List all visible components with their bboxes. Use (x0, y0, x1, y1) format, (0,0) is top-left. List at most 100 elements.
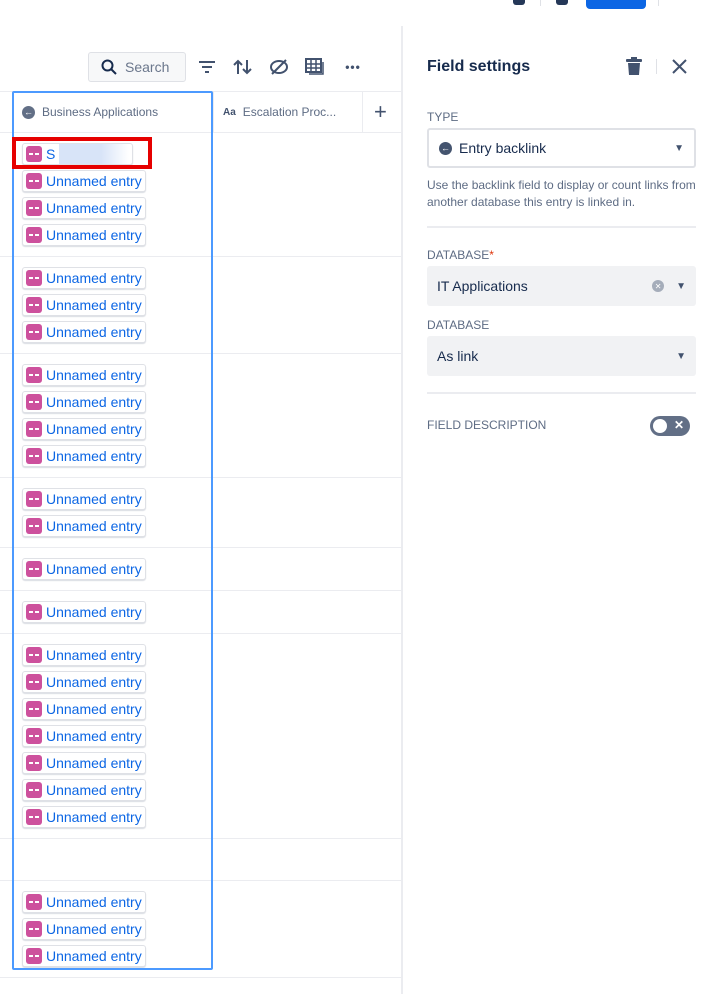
view-button[interactable] (303, 56, 327, 78)
entry-icon (26, 324, 42, 340)
entry-icon (26, 755, 42, 771)
entry-label: Unnamed entry (46, 367, 142, 383)
entry-icon (26, 674, 42, 690)
entry-link-chip[interactable]: Unnamed entry (22, 321, 146, 343)
search-input[interactable]: Search (88, 52, 186, 82)
entry-label: Unnamed entry (46, 809, 142, 825)
table-row: Unnamed entry Unnamed entry Unnamed entry (0, 257, 401, 354)
search-icon (101, 59, 117, 75)
column-label: Escalation Proc... (242, 105, 337, 119)
column-divider (213, 92, 214, 132)
entry-icon (26, 561, 42, 577)
chevron-down-icon: ▼ (676, 350, 686, 362)
chevron-down-icon: ▼ (676, 280, 686, 292)
clear-icon[interactable]: ✕ (652, 280, 665, 292)
database-value: IT Applications (437, 278, 528, 294)
entry-link-chip[interactable]: Unnamed entry (22, 267, 146, 289)
type-help-text: Use the backlink field to display or cou… (427, 178, 696, 209)
filter-button[interactable] (195, 56, 219, 78)
search-placeholder: Search (125, 59, 170, 75)
entry-icon (26, 394, 42, 410)
entry-icon (26, 604, 42, 620)
panel-divider (401, 26, 403, 994)
entry-link-chip[interactable]: Unnamed entry (22, 779, 146, 801)
filter-icon (199, 61, 215, 73)
entry-link-chip[interactable]: Unnamed entry (22, 445, 146, 467)
table-row: Unnamed entry Unnamed entry Unnamed entry (0, 881, 401, 978)
entry-link-chip[interactable]: Unnamed entry (22, 891, 146, 913)
entry-icon (26, 200, 42, 216)
column-header-business-applications[interactable]: ← Business Applications (22, 92, 158, 132)
entry-icon (26, 809, 42, 825)
database-label: Database* (427, 248, 494, 262)
entry-link-chip[interactable]: Unnamed entry (22, 918, 146, 940)
entry-link-chip[interactable]: Unnamed entry (22, 224, 146, 246)
table-body: S Unnamed entry Unnamed entry Unnamed entry… (0, 133, 401, 978)
entry-label: Unnamed entry (46, 894, 142, 910)
entry-link-chip[interactable]: Unnamed entry (22, 558, 146, 580)
add-column-button[interactable]: + (374, 92, 387, 132)
entry-label: Unnamed entry (46, 448, 142, 464)
field-description-toggle[interactable]: ✕ (650, 416, 690, 436)
type-select[interactable]: ← Entry backlink ▼ (427, 128, 696, 168)
entry-link-chip[interactable]: Unnamed entry (22, 806, 146, 828)
type-label: Type (427, 110, 459, 124)
hide-fields-button[interactable] (267, 56, 291, 78)
close-icon[interactable] (672, 59, 687, 74)
entry-link-chip[interactable]: Unnamed entry (22, 364, 146, 386)
entry-label: Unnamed entry (46, 604, 142, 620)
entry-link-chip[interactable]: Unnamed entry (22, 515, 146, 537)
entry-label: Unnamed entry (46, 491, 142, 507)
entry-icon (26, 227, 42, 243)
more-button[interactable]: ••• (341, 56, 365, 78)
divider (427, 226, 696, 228)
sort-button[interactable] (231, 56, 255, 78)
entry-link-chip[interactable]: Unnamed entry (22, 644, 146, 666)
entry-link-chip[interactable]: Unnamed entry (22, 170, 146, 192)
entry-link-chip[interactable]: Unnamed entry (22, 391, 146, 413)
trash-icon[interactable] (626, 57, 642, 75)
entry-icon (26, 297, 42, 313)
table-row: Unnamed entry (0, 591, 401, 634)
eye-off-icon (270, 59, 288, 75)
table-row: Unnamed entry Unnamed entry Unnamed entry U… (0, 354, 401, 478)
entry-link-chip[interactable]: Unnamed entry (22, 418, 146, 440)
entry-link-chip[interactable]: Unnamed entry (22, 698, 146, 720)
entry-icon (26, 367, 42, 383)
database-select[interactable]: IT Applications ✕ ▼ (427, 266, 696, 306)
entry-icon (26, 701, 42, 717)
entry-label: Unnamed entry (46, 728, 142, 744)
entry-link-chip[interactable]: Unnamed entry (22, 294, 146, 316)
column-header-escalation[interactable]: Aa Escalation Proc... (223, 92, 336, 132)
entry-link-chip[interactable]: Unnamed entry (22, 752, 146, 774)
entry-label: Unnamed entry (46, 200, 142, 216)
entry-link-chip[interactable]: Unnamed entry (22, 197, 146, 219)
chevron-down-icon: ▼ (674, 142, 684, 154)
entry-label: Unnamed entry (46, 647, 142, 663)
column-label: Business Applications (42, 105, 159, 119)
display-select[interactable]: As link ▼ (427, 336, 696, 376)
entry-label: Unnamed entry (46, 394, 142, 410)
entry-label: Unnamed entry (46, 518, 142, 534)
entry-label: Unnamed entry (46, 921, 142, 937)
entry-icon (26, 448, 42, 464)
entry-label: Unnamed entry (46, 701, 142, 717)
entry-icon (26, 894, 42, 910)
entry-link-chip[interactable]: Unnamed entry (22, 601, 146, 623)
field-description-label: Field description (427, 418, 547, 432)
column-divider (362, 92, 363, 132)
entry-link-chip[interactable]: Unnamed entry (22, 488, 146, 510)
panel-title: Field settings (427, 58, 531, 75)
entry-label: Unnamed entry (46, 421, 142, 437)
divider (656, 59, 657, 74)
entry-icon (26, 491, 42, 507)
entry-icon (26, 270, 42, 286)
entry-label: Unnamed entry (46, 674, 142, 690)
entry-link-chip[interactable]: Unnamed entry (22, 725, 146, 747)
entry-label: Unnamed entry (46, 173, 142, 189)
entry-label: Unnamed entry (46, 782, 142, 798)
entry-icon (26, 921, 42, 937)
entry-link-chip[interactable]: Unnamed entry (22, 945, 146, 967)
display-value: As link (437, 348, 479, 364)
entry-link-chip[interactable]: Unnamed entry (22, 671, 146, 693)
